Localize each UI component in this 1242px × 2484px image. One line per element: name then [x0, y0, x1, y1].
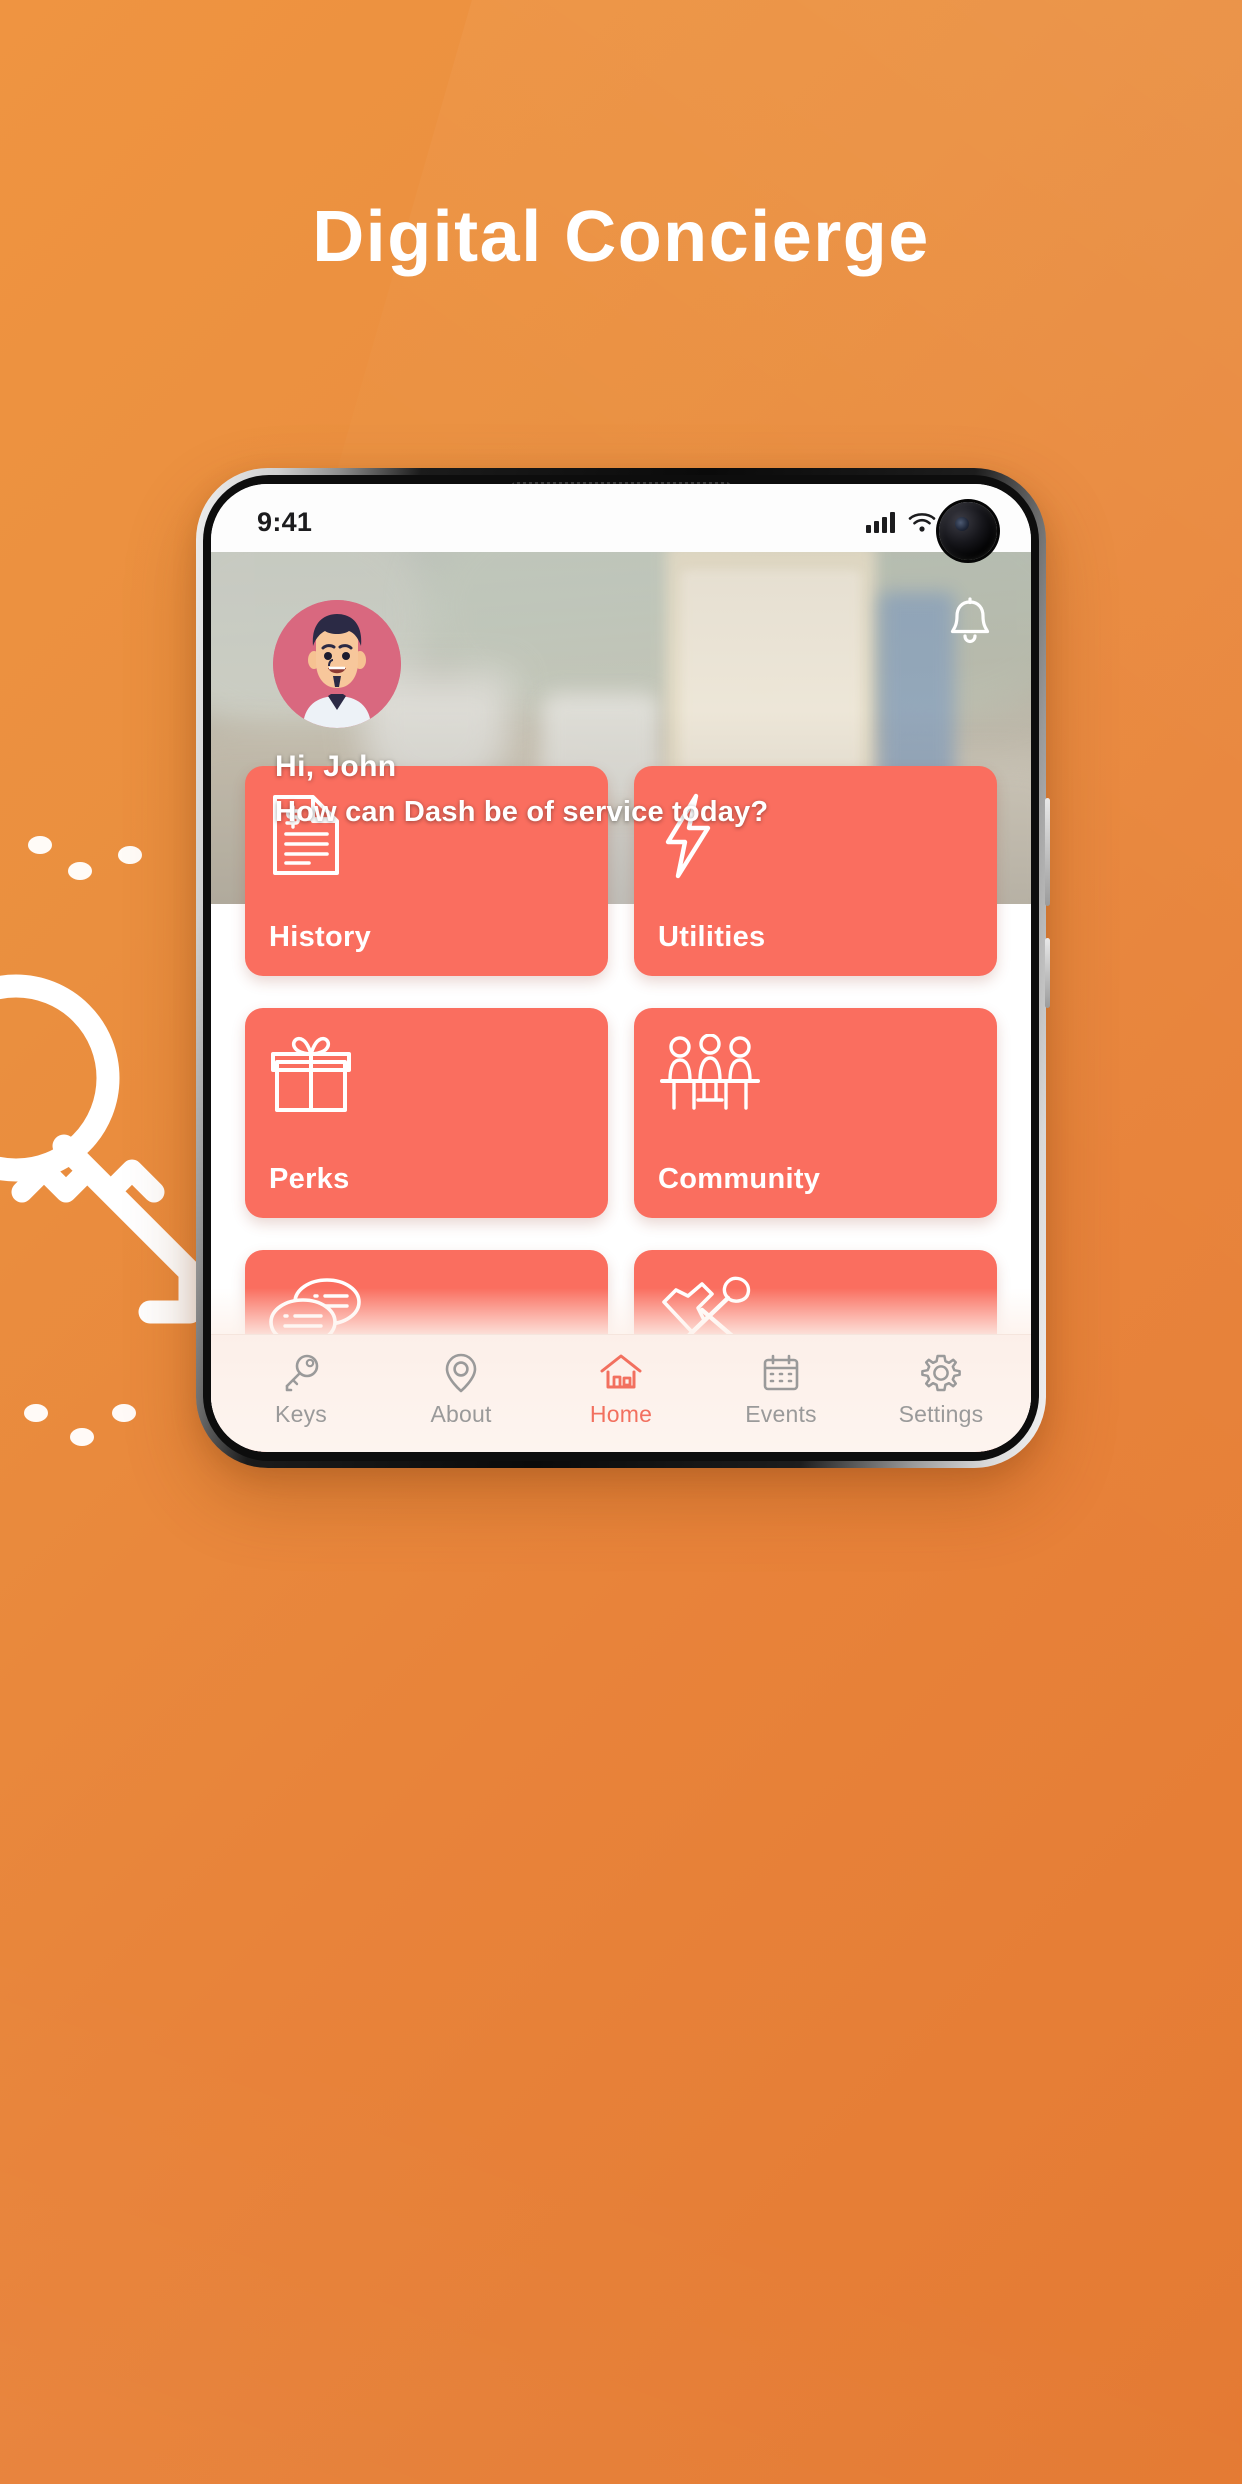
tab-keys[interactable]: Keys	[226, 1352, 376, 1428]
tile-perks[interactable]: Perks	[245, 1008, 608, 1218]
user-avatar[interactable]	[273, 600, 401, 728]
tab-label: Settings	[898, 1400, 984, 1427]
tile-community[interactable]: Community	[634, 1008, 997, 1218]
gear-icon	[921, 1354, 961, 1391]
tab-settings[interactable]: Settings	[866, 1352, 1016, 1428]
tab-label: Events	[745, 1400, 817, 1427]
volume-button[interactable]	[1045, 798, 1050, 906]
decor-dot	[28, 836, 52, 854]
background-sheen-secondary	[0, 1464, 1242, 2484]
tab-events[interactable]: Events	[706, 1352, 856, 1428]
tile-label: Perks	[269, 1163, 350, 1195]
decor-dot	[24, 1404, 48, 1422]
front-camera-punch-hole	[939, 502, 997, 560]
wifi-icon	[908, 513, 936, 532]
gift-box-icon	[269, 1034, 584, 1130]
tab-label: Home	[589, 1400, 653, 1427]
decor-dot	[68, 862, 92, 880]
greeting-question: How can Dash be of service today?	[275, 796, 769, 828]
decor-dot	[112, 1404, 136, 1422]
power-button[interactable]	[1045, 938, 1050, 1008]
home-icon	[600, 1354, 642, 1388]
decor-dot	[118, 846, 142, 864]
phone-screen: 9:41 Hi, John How can Dash be of service…	[211, 484, 1031, 1452]
status-bar: 9:41	[211, 484, 1031, 552]
key-icon	[285, 1354, 319, 1391]
tab-label: About	[430, 1400, 492, 1427]
greeting-name: Hi, John	[275, 750, 397, 783]
decor-dot	[70, 1428, 94, 1446]
location-pin-icon	[445, 1353, 477, 1392]
cellular-signal-icon	[866, 511, 895, 533]
tile-label: Community	[658, 1163, 821, 1195]
bottom-navigation: Keys About Home Events Settings	[211, 1334, 1031, 1452]
page-title: Digital Concierge	[312, 197, 930, 277]
people-at-table-icon	[658, 1034, 973, 1130]
bell-icon[interactable]	[947, 596, 993, 651]
status-time: 9:41	[257, 506, 313, 537]
tab-home[interactable]: Home	[546, 1352, 696, 1428]
tile-label: Utilities	[658, 921, 766, 953]
phone-mockup: 9:41 Hi, John How can Dash be of service…	[196, 468, 1050, 1468]
tab-label: Keys	[275, 1400, 327, 1427]
tile-label: History	[269, 921, 372, 953]
calendar-icon	[763, 1354, 799, 1390]
tab-about[interactable]: About	[386, 1352, 536, 1428]
